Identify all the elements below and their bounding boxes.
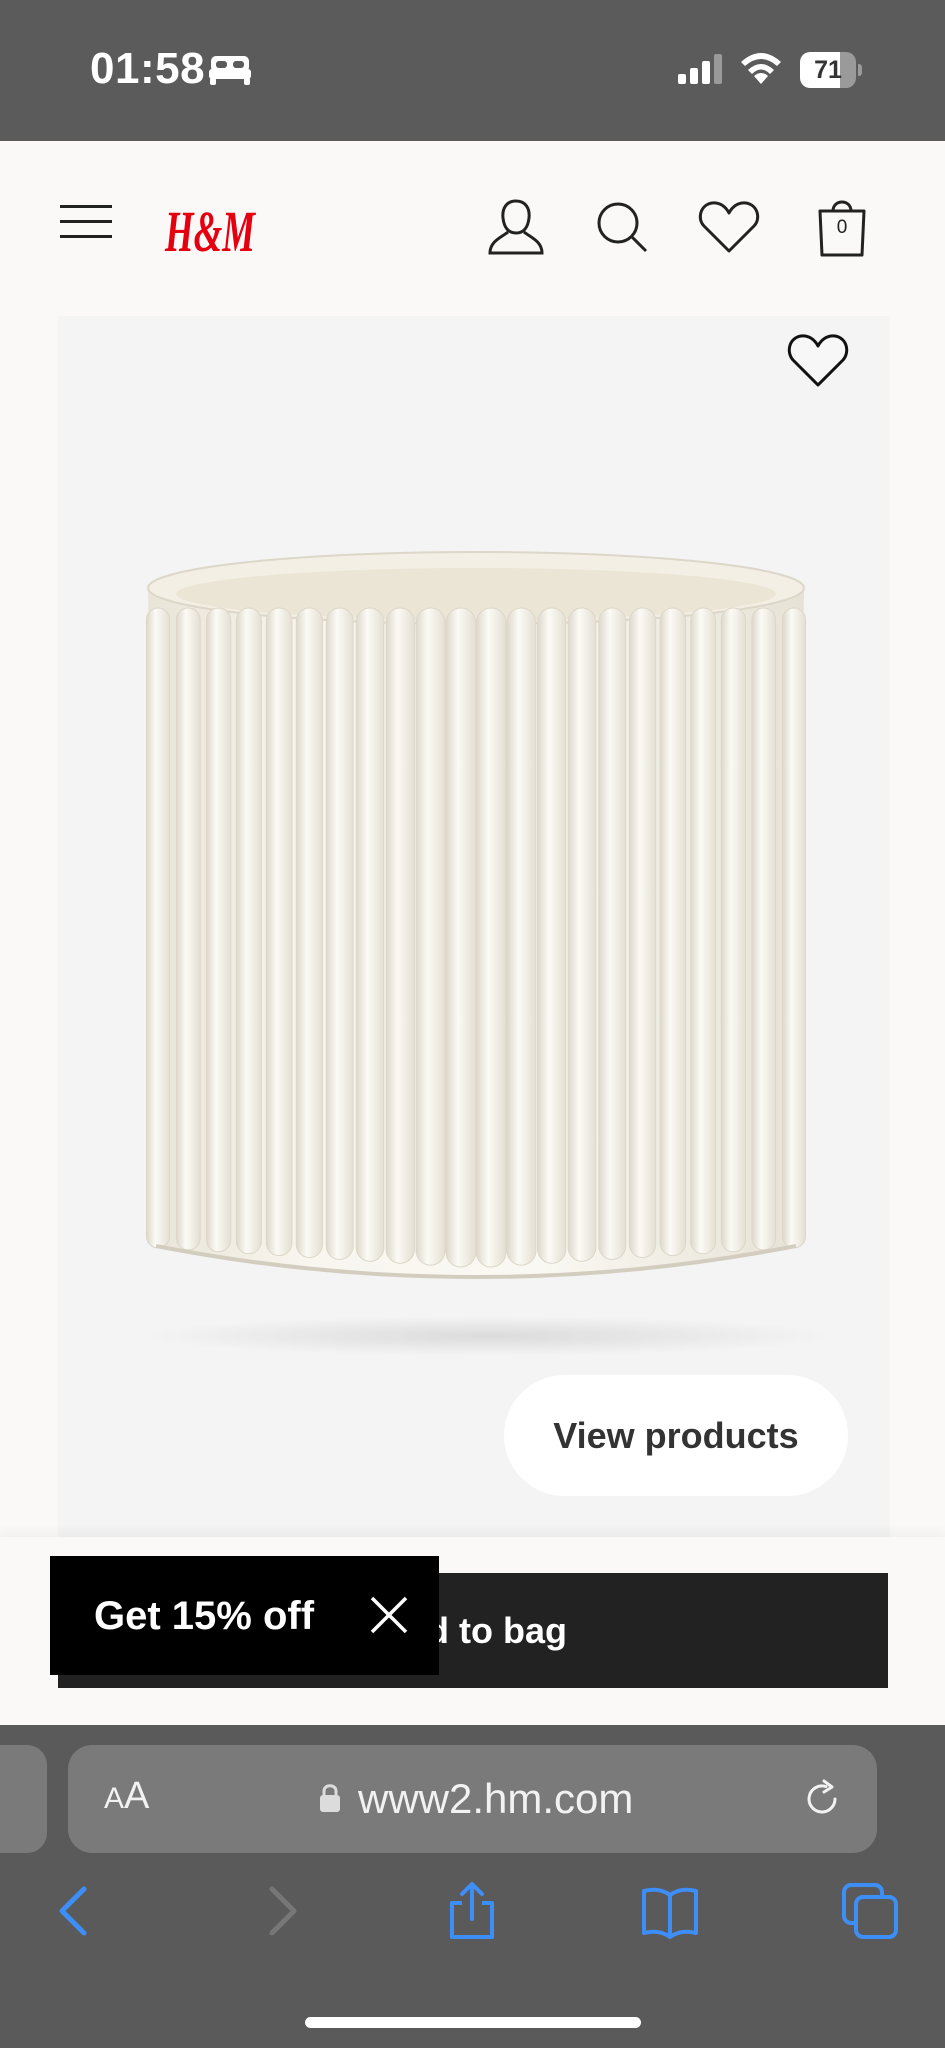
- account-icon[interactable]: [486, 197, 546, 257]
- wifi-icon: [741, 53, 781, 84]
- hm-logo[interactable]: H&M: [163, 193, 258, 263]
- pot-rib: [720, 607, 747, 1253]
- forward-icon[interactable]: [248, 1881, 308, 1941]
- sleep-focus-icon: [209, 56, 251, 85]
- pot-rib: [415, 607, 446, 1266]
- view-products-button[interactable]: View products: [504, 1375, 848, 1496]
- product-image-area[interactable]: View products: [58, 316, 890, 1676]
- pot-rib: [598, 607, 627, 1260]
- promo-banner[interactable]: Get 15% off: [50, 1556, 439, 1675]
- site-header: H&M 0: [0, 141, 945, 316]
- pot-rib: [537, 607, 567, 1264]
- logo-text: H&M: [164, 199, 256, 263]
- bag-icon[interactable]: 0: [816, 193, 868, 257]
- wishlist-icon[interactable]: [698, 199, 760, 255]
- pot-rib: [385, 607, 415, 1264]
- text-size-small-label: A: [104, 1782, 125, 1815]
- pot-rib: [355, 607, 385, 1262]
- previous-tab-preview[interactable]: [0, 1745, 47, 1853]
- pot-rib: [146, 607, 170, 1249]
- tabs-icon[interactable]: [840, 1881, 900, 1941]
- pot-rib: [659, 607, 687, 1257]
- pot-ribs: [146, 607, 806, 1268]
- pot-rib: [265, 607, 293, 1257]
- favorite-heart-icon[interactable]: [786, 330, 850, 390]
- pot-rib: [235, 607, 262, 1255]
- pot-rib: [445, 607, 477, 1268]
- address-bar[interactable]: AA www2.hm.com: [68, 1745, 877, 1853]
- menu-icon[interactable]: [60, 203, 112, 241]
- bookmarks-icon[interactable]: [640, 1881, 700, 1941]
- lock-icon: [320, 1784, 340, 1812]
- share-icon[interactable]: [442, 1881, 502, 1941]
- pot-rib: [205, 607, 232, 1253]
- web-page: H&M 0 View products Add to bag Get 15% o…: [0, 141, 945, 1725]
- pot-rib: [175, 607, 201, 1251]
- pot-rib: [751, 607, 777, 1251]
- close-icon[interactable]: [368, 1594, 410, 1636]
- search-icon[interactable]: [594, 199, 650, 255]
- pot-rib: [782, 607, 806, 1249]
- promo-text[interactable]: Get 15% off: [94, 1594, 314, 1639]
- browser-toolbar: AA www2.hm.com: [0, 1725, 945, 2048]
- url-text[interactable]: www2.hm.com: [358, 1775, 633, 1823]
- cellular-signal-icon: [678, 54, 722, 84]
- battery-level: 71: [814, 56, 842, 84]
- pot-rib: [475, 607, 507, 1268]
- status-bar: 01:58 71: [0, 0, 945, 141]
- back-icon[interactable]: [48, 1881, 108, 1941]
- pot-rib: [325, 607, 354, 1260]
- product-image[interactable]: [136, 546, 816, 1326]
- reload-icon[interactable]: [802, 1779, 842, 1819]
- pot-rib: [567, 607, 597, 1262]
- home-indicator: [305, 2017, 641, 2028]
- pot-rib: [295, 607, 324, 1259]
- pot-rib: [628, 607, 657, 1259]
- bag-count: 0: [836, 217, 848, 238]
- text-size-large-label: A: [124, 1775, 150, 1817]
- status-time: 01:58: [90, 44, 206, 93]
- text-size-button[interactable]: AA: [104, 1775, 149, 1818]
- pot-rib: [690, 607, 717, 1255]
- pot-rib: [506, 607, 537, 1266]
- battery-icon: 71: [800, 52, 862, 88]
